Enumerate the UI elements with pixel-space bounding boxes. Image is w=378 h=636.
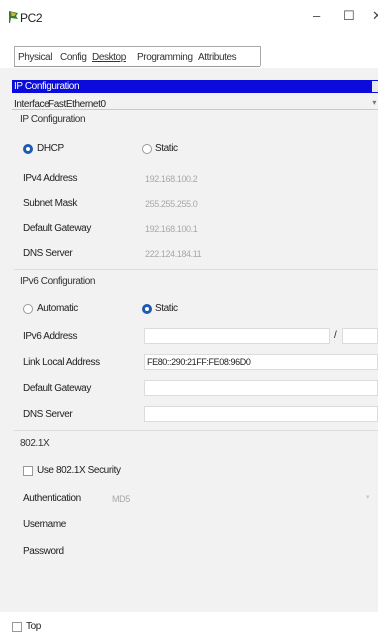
section-divider: [14, 269, 378, 270]
authentication-select[interactable]: MD5: [112, 494, 130, 504]
password-label: Password: [23, 546, 64, 557]
link-local-label: Link Local Address: [23, 357, 100, 368]
maximize-button[interactable]: ☐: [343, 8, 355, 24]
window-title: PC2: [20, 11, 43, 25]
tab-frame-left: [14, 46, 15, 66]
chevron-down-icon[interactable]: ▾: [366, 493, 370, 501]
tab-frame-top: [14, 46, 260, 47]
use-dot1x-checkbox[interactable]: [23, 466, 33, 476]
top-label: Top: [26, 621, 41, 632]
tab-frame-right: [260, 46, 261, 66]
username-label: Username: [23, 519, 66, 530]
tab-bar: Physical Config Desktop Programming Attr…: [0, 36, 378, 68]
ipv6-prefix-slash: /: [334, 330, 337, 341]
default-gateway-label: Default Gateway: [23, 223, 91, 234]
tab-desktop[interactable]: Desktop: [92, 52, 126, 63]
interface-divider: [12, 109, 378, 110]
ipv6-automatic-radio[interactable]: [23, 304, 33, 314]
ipv4-address-field[interactable]: 192.168.100.2: [145, 174, 198, 184]
ipv6-gateway-label: Default Gateway: [23, 383, 91, 394]
authentication-label: Authentication: [23, 493, 81, 504]
panel-close-button[interactable]: [372, 81, 378, 92]
ip-configuration-title: IP Configuration: [14, 81, 80, 92]
dns-server-label: DNS Server: [23, 248, 73, 259]
ipv6-dns-label: DNS Server: [23, 409, 73, 420]
ipv4-address-label: IPv4 Address: [23, 173, 78, 184]
bottom-bar: Top: [0, 612, 378, 636]
static-radio[interactable]: [142, 144, 152, 154]
dhcp-radio[interactable]: [23, 144, 33, 154]
subnet-mask-label: Subnet Mask: [23, 198, 77, 209]
minimize-button[interactable]: –: [313, 8, 320, 23]
top-checkbox[interactable]: [12, 622, 22, 632]
tab-config[interactable]: Config: [60, 52, 87, 63]
use-dot1x-label: Use 802.1X Security: [37, 465, 121, 476]
chevron-down-icon[interactable]: ▾: [372, 98, 376, 107]
ipv6-static-radio[interactable]: [142, 304, 152, 314]
ipv6-gateway-input[interactable]: [144, 380, 378, 396]
dns-server-field[interactable]: 222.124.184.11: [145, 249, 202, 259]
default-gateway-field[interactable]: 192.168.100.1: [145, 224, 198, 234]
dot1x-section-title: 802.1X: [20, 438, 50, 449]
ipv6-address-input[interactable]: [144, 328, 330, 344]
tab-attributes[interactable]: Attributes: [198, 52, 237, 63]
close-button[interactable]: ✕: [372, 8, 378, 24]
ipv6-static-label: Static: [155, 303, 178, 314]
dhcp-label: DHCP: [37, 143, 64, 154]
ipv6-prefix-input[interactable]: [342, 328, 378, 344]
tab-physical[interactable]: Physical: [18, 52, 52, 63]
subnet-mask-field[interactable]: 255.255.255.0: [145, 199, 198, 209]
tab-underline-frame: [14, 66, 260, 67]
ipv6-address-label: IPv6 Address: [23, 331, 78, 342]
ip-configuration-titlebar: IP Configuration: [12, 80, 378, 93]
section-divider: [14, 430, 378, 431]
tab-programming[interactable]: Programming: [137, 52, 193, 63]
ipv6-automatic-label: Automatic: [37, 303, 78, 314]
window-titlebar: PC2 – ☐ ✕: [0, 0, 378, 36]
ipv4-section-title: IP Configuration: [20, 114, 86, 125]
ipv6-section-title: IPv6 Configuration: [20, 276, 96, 287]
static-label: Static: [155, 143, 178, 154]
pc-app-icon: [9, 11, 18, 23]
ipv6-dns-input[interactable]: [144, 406, 378, 422]
ip-configuration-panel: IP Configuration Interface FastEthernet0…: [0, 68, 378, 612]
link-local-field[interactable]: FE80::290:21FF:FE08:96D0: [144, 354, 378, 370]
